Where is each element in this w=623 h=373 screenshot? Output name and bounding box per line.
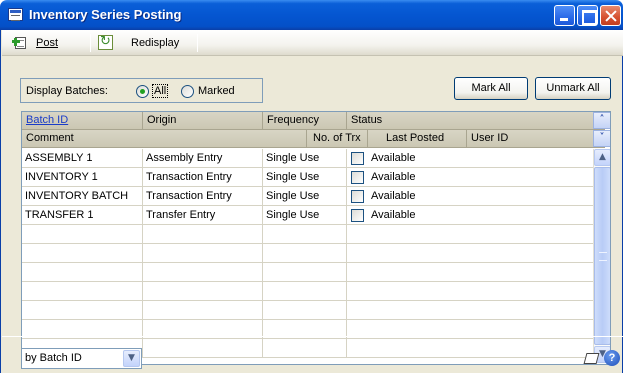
display-batches-group: Display Batches: All Marked xyxy=(20,78,263,103)
cell-origin[interactable]: Transfer Entry xyxy=(143,206,263,225)
grid-rows: ASSEMBLY 1 Assembly Entry Single Use Ava… xyxy=(22,149,593,358)
toolbar: Post Redisplay xyxy=(2,30,623,56)
radio-marked[interactable] xyxy=(181,85,194,98)
display-batches-label: Display Batches: xyxy=(26,85,108,97)
column-batch-id[interactable]: Batch ID xyxy=(22,112,143,130)
radio-all[interactable] xyxy=(136,85,149,98)
batch-grid: Batch ID Origin Frequency Status Comment… xyxy=(21,111,611,365)
sort-by-dropdown[interactable]: by Batch ID ▼ xyxy=(21,348,142,369)
cell-batch-id[interactable]: ASSEMBLY 1 xyxy=(22,149,143,168)
cell-frequency[interactable]: Single Use xyxy=(263,168,347,187)
table-row[interactable]: INVENTORY BATCH Transaction Entry Single… xyxy=(22,187,593,206)
redisplay-icon[interactable] xyxy=(98,34,113,50)
cell-frequency[interactable]: Single Use xyxy=(263,187,347,206)
post-button[interactable]: Post xyxy=(36,37,58,49)
unmark-all-button[interactable]: Unmark All xyxy=(535,77,611,100)
grid-header-row-1: Batch ID Origin Frequency Status xyxy=(22,112,605,130)
redisplay-button[interactable]: Redisplay xyxy=(131,37,179,49)
cell-status: Available xyxy=(347,187,593,206)
table-row-empty[interactable] xyxy=(22,263,593,282)
status-text: Available xyxy=(371,190,416,202)
cell-frequency[interactable]: Single Use xyxy=(263,149,347,168)
table-row[interactable]: ASSEMBLY 1 Assembly Entry Single Use Ava… xyxy=(22,149,593,168)
maximize-button[interactable] xyxy=(577,5,598,26)
grid-header-row-2: Comment No. of Trx Last Posted User ID xyxy=(22,130,605,148)
post-icon[interactable] xyxy=(12,35,27,50)
status-text: Available xyxy=(371,152,416,164)
table-row-empty[interactable] xyxy=(22,244,593,263)
table-row-empty[interactable] xyxy=(22,225,593,244)
chevron-down-icon[interactable]: ▼ xyxy=(123,350,140,367)
cell-frequency[interactable]: Single Use xyxy=(263,206,347,225)
table-row-empty[interactable] xyxy=(22,282,593,301)
collapse-rows-button[interactable]: ˄ xyxy=(593,112,610,129)
cell-status: Available xyxy=(347,168,593,187)
cell-status: Available xyxy=(347,206,593,225)
scroll-up-button[interactable]: ▲ xyxy=(594,149,610,166)
mark-all-button[interactable]: Mark All xyxy=(454,77,528,100)
window-icon[interactable] xyxy=(8,8,23,21)
radio-all-label[interactable]: All xyxy=(152,84,169,98)
mark-checkbox[interactable] xyxy=(351,209,364,222)
window-title: Inventory Series Posting xyxy=(29,7,182,22)
mark-checkbox[interactable] xyxy=(351,171,364,184)
column-status[interactable]: Status xyxy=(347,112,605,130)
vertical-scrollbar[interactable]: ▲ ▼ xyxy=(593,149,610,364)
table-row-empty[interactable] xyxy=(22,301,593,320)
minimize-button[interactable] xyxy=(554,5,575,26)
help-icon[interactable]: ? xyxy=(604,350,620,366)
cell-origin[interactable]: Transaction Entry xyxy=(143,187,263,206)
sort-by-value: by Batch ID xyxy=(25,352,82,364)
cell-origin[interactable]: Transaction Entry xyxy=(143,168,263,187)
toolbar-separator xyxy=(90,34,91,52)
mark-checkbox[interactable] xyxy=(351,152,364,165)
cell-origin[interactable]: Assembly Entry xyxy=(143,149,263,168)
cell-status: Available xyxy=(347,149,593,168)
column-origin[interactable]: Origin xyxy=(143,112,263,130)
cell-batch-id[interactable]: INVENTORY BATCH xyxy=(22,187,143,206)
radio-marked-label[interactable]: Marked xyxy=(198,85,235,97)
expand-rows-button[interactable]: ˅ xyxy=(593,130,610,147)
title-bar[interactable]: Inventory Series Posting xyxy=(0,0,623,30)
status-text: Available xyxy=(371,171,416,183)
cell-batch-id[interactable]: TRANSFER 1 xyxy=(22,206,143,225)
note-icon[interactable] xyxy=(583,351,599,365)
status-text: Available xyxy=(371,209,416,221)
scroll-thumb[interactable] xyxy=(594,167,610,345)
column-frequency[interactable]: Frequency xyxy=(263,112,347,130)
mark-checkbox[interactable] xyxy=(351,190,364,203)
window-body: Post Redisplay Display Batches: All Mark… xyxy=(0,30,623,373)
column-last-posted[interactable]: Last Posted xyxy=(367,130,467,148)
toolbar-separator xyxy=(197,34,198,52)
bottom-divider xyxy=(2,336,623,337)
table-row[interactable]: TRANSFER 1 Transfer Entry Single Use Ava… xyxy=(22,206,593,225)
table-row[interactable]: INVENTORY 1 Transaction Entry Single Use… xyxy=(22,168,593,187)
cell-batch-id[interactable]: INVENTORY 1 xyxy=(22,168,143,187)
close-button[interactable] xyxy=(600,5,621,26)
column-comment[interactable]: Comment xyxy=(22,130,307,148)
column-user-id[interactable]: User ID xyxy=(467,130,605,148)
